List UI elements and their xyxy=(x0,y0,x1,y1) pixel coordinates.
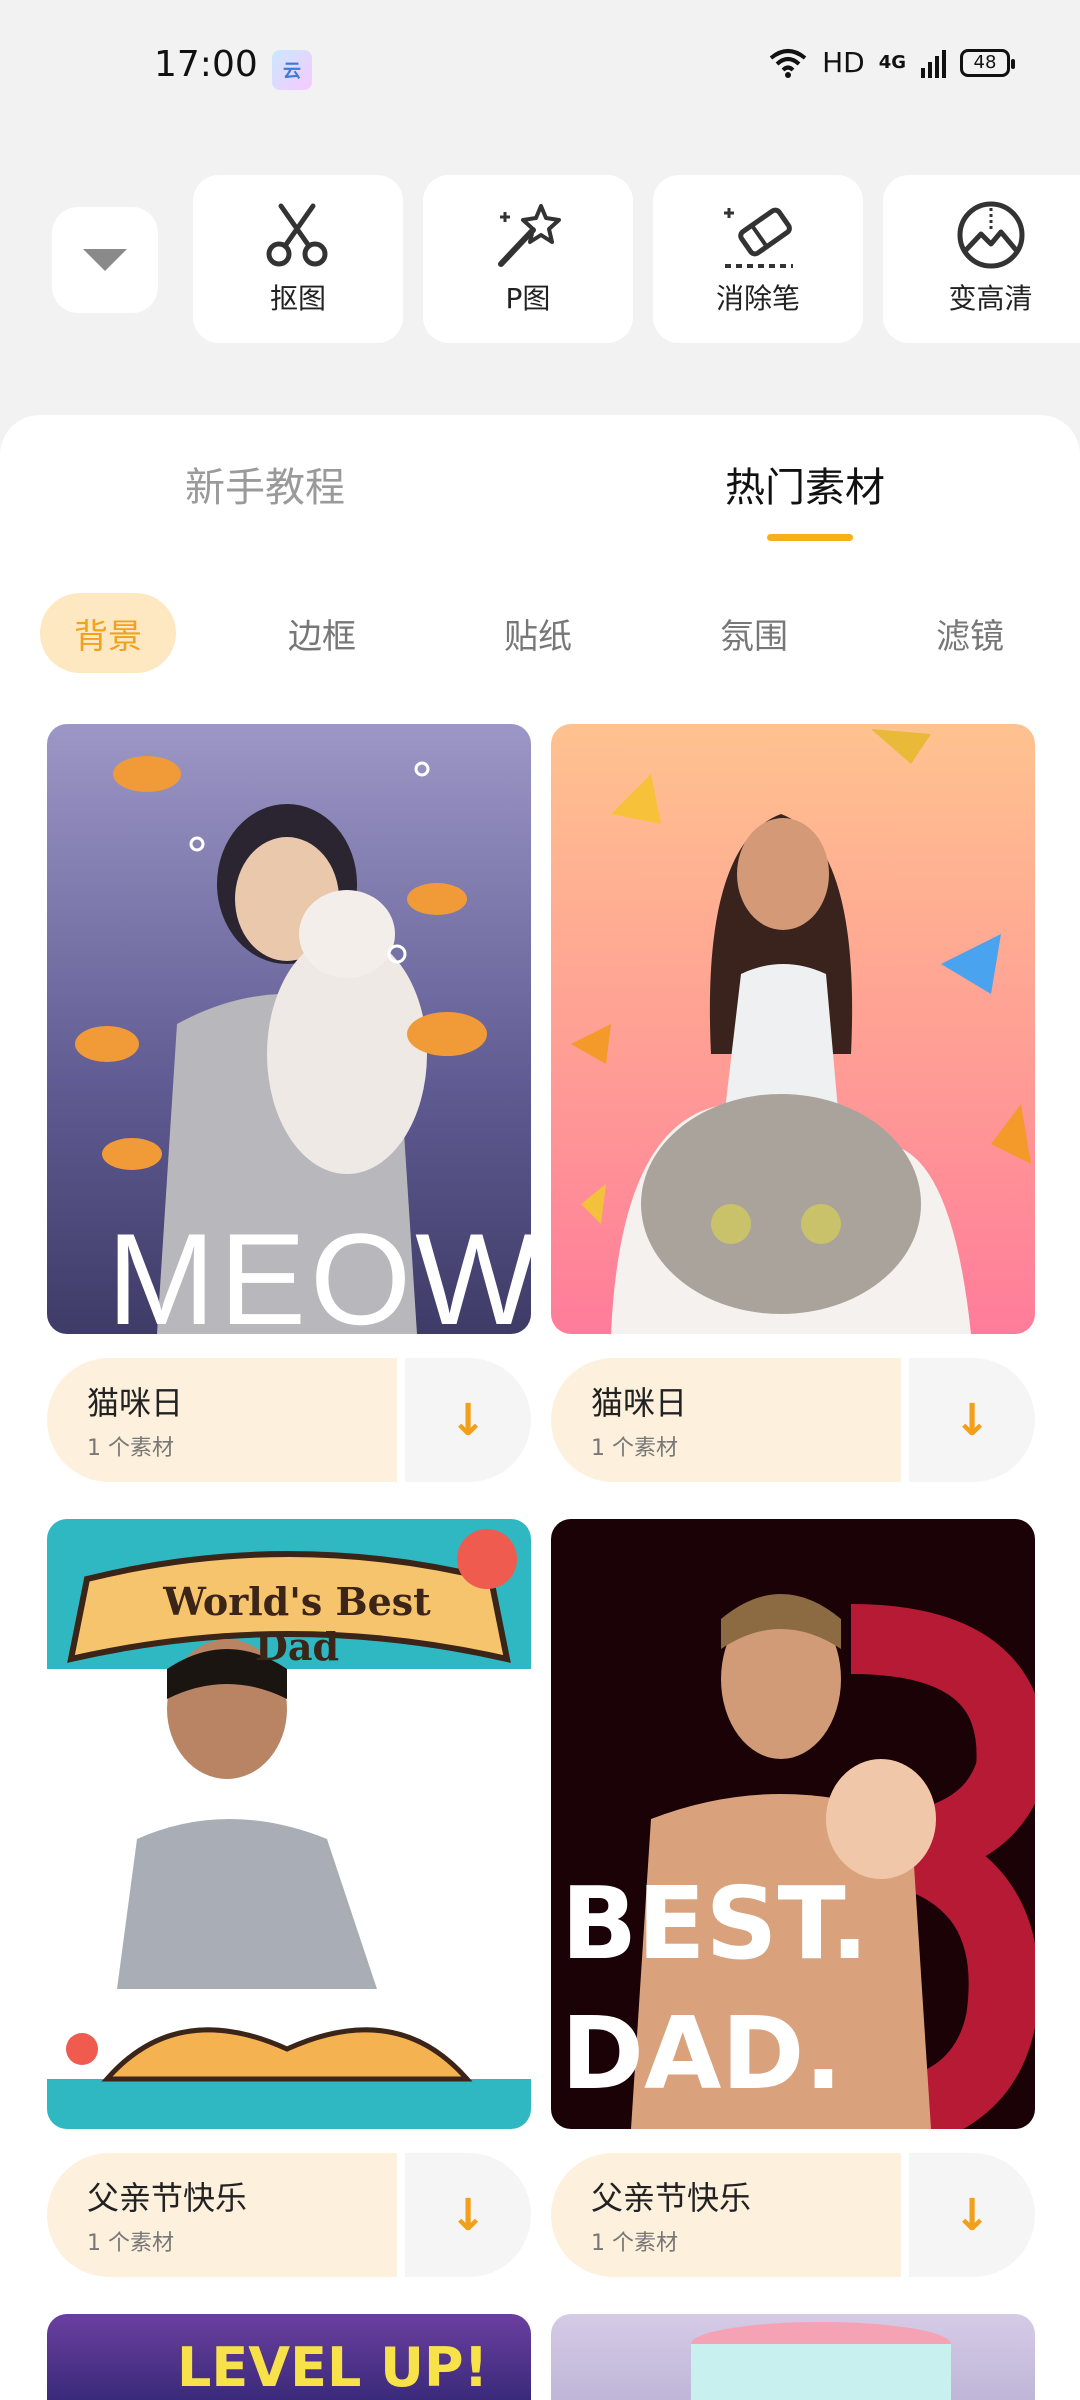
jar-illustration xyxy=(691,2322,951,2400)
chip-atmosphere[interactable]: 氛围 xyxy=(720,593,788,673)
card-thumbnail[interactable] xyxy=(551,724,1035,1334)
tool-label: 变高清 xyxy=(948,282,1033,315)
butterfly-cat-illustration xyxy=(571,729,1031,1334)
tool-enhance-button[interactable]: 变高清 xyxy=(883,175,1080,343)
material-card[interactable]: MEOW 猫咪日 1 个素材 ↓ xyxy=(47,724,531,1482)
download-button[interactable]: ↓ xyxy=(909,1358,1035,1482)
card-title: 猫咪日 xyxy=(87,1384,184,1422)
expand-tools-button[interactable] xyxy=(52,207,158,313)
card-title: 父亲节快乐 xyxy=(591,2179,752,2217)
card-thumbnail[interactable] xyxy=(551,2314,1035,2400)
card-art-text: BEST. DAD. xyxy=(561,1865,869,2112)
card-title: 父亲节快乐 xyxy=(87,2179,248,2217)
card-footer: 父亲节快乐 1 个素材 ↓ xyxy=(47,2153,531,2277)
download-button[interactable]: ↓ xyxy=(405,1358,531,1482)
card-thumbnail[interactable]: MEOW xyxy=(47,724,531,1334)
tool-label: 消除笔 xyxy=(715,282,800,315)
download-button[interactable]: ↓ xyxy=(405,2153,531,2277)
enhance-icon xyxy=(951,195,1031,275)
eraser-icon xyxy=(718,195,798,275)
wifi-icon xyxy=(769,48,807,78)
card-footer: 猫咪日 1 个素材 ↓ xyxy=(47,1358,531,1482)
tool-cutout-button[interactable]: 抠图 xyxy=(193,175,403,343)
category-chips: 背景 边框 贴纸 氛围 滤镜 xyxy=(40,593,1050,673)
network-indicator: 4G xyxy=(878,52,906,73)
magic-wand-icon xyxy=(488,195,568,275)
download-icon: ↓ xyxy=(953,1394,991,1446)
tool-p-image-button[interactable]: P图 xyxy=(423,175,633,343)
battery-icon: 48 xyxy=(960,48,1015,77)
chip-sticker[interactable]: 贴纸 xyxy=(504,593,572,673)
chip-filter[interactable]: 滤镜 xyxy=(936,593,1004,673)
hd-indicator: HD xyxy=(822,46,865,79)
card-thumbnail[interactable]: BEST. DAD. xyxy=(551,1519,1035,2129)
card-art-text: LEVEL UP! xyxy=(177,2336,489,2399)
card-info[interactable]: 父亲节快乐 1 个素材 xyxy=(551,2153,901,2277)
app-notification-icon: 云 xyxy=(272,50,312,90)
download-icon: ↓ xyxy=(953,2189,991,2241)
scissors-icon xyxy=(258,195,338,275)
chip-background[interactable]: 背景 xyxy=(40,593,176,673)
chip-frame[interactable]: 边框 xyxy=(288,593,356,673)
tab-indicator xyxy=(767,534,853,541)
tab-tutorial[interactable]: 新手教程 xyxy=(185,455,345,513)
tool-label: P图 xyxy=(505,282,551,315)
card-footer: 猫咪日 1 个素材 ↓ xyxy=(551,1358,1035,1482)
material-card[interactable]: BEST. DAD. 父亲节快乐 1 个素材 ↓ xyxy=(551,1519,1035,2277)
card-count: 1 个素材 xyxy=(591,2231,678,2256)
card-thumbnail[interactable]: World's Best Dad xyxy=(47,1519,531,2129)
signal-icon xyxy=(921,49,946,78)
card-art-text: MEOW xyxy=(107,1206,531,1334)
download-icon: ↓ xyxy=(449,2189,487,2241)
system-icons: HD 4G 48 xyxy=(768,46,1015,79)
material-card[interactable]: 猫咪日 1 个素材 ↓ xyxy=(551,724,1035,1482)
tab-hot-materials[interactable]: 热门素材 xyxy=(725,455,885,513)
card-info[interactable]: 父亲节快乐 1 个素材 xyxy=(47,2153,397,2277)
clock: 17:00 xyxy=(154,44,258,85)
main-panel: 新手教程 热门素材 背景 边框 贴纸 氛围 滤镜 MEOW 猫咪日 1 个素材 … xyxy=(0,415,1080,2400)
card-info[interactable]: 猫咪日 1 个素材 xyxy=(47,1358,397,1482)
card-info[interactable]: 猫咪日 1 个素材 xyxy=(551,1358,901,1482)
card-thumbnail[interactable]: LEVEL UP! xyxy=(47,2314,531,2400)
material-card[interactable] xyxy=(551,2314,1035,2400)
card-count: 1 个素材 xyxy=(87,2231,174,2256)
tool-row: 抠图 P图 消除笔 变高清 xyxy=(0,175,1080,345)
status-bar: 17:00 云 HD 4G 48 xyxy=(0,0,1080,130)
tool-label: 抠图 xyxy=(269,282,326,315)
card-count: 1 个素材 xyxy=(591,1436,678,1461)
material-card[interactable]: World's Best Dad 父亲节快乐 1 个素材 ↓ xyxy=(47,1519,531,2277)
tool-eraser-button[interactable]: 消除笔 xyxy=(653,175,863,343)
download-button[interactable]: ↓ xyxy=(909,2153,1035,2277)
card-footer: 父亲节快乐 1 个素材 ↓ xyxy=(551,2153,1035,2277)
card-title: 猫咪日 xyxy=(591,1384,688,1422)
download-icon: ↓ xyxy=(449,1394,487,1446)
chevron-down-icon xyxy=(83,249,127,271)
material-card[interactable]: LEVEL UP! xyxy=(47,2314,531,2400)
card-art-text: World's Best Dad xyxy=(163,1579,431,1669)
card-count: 1 个素材 xyxy=(87,1436,174,1461)
